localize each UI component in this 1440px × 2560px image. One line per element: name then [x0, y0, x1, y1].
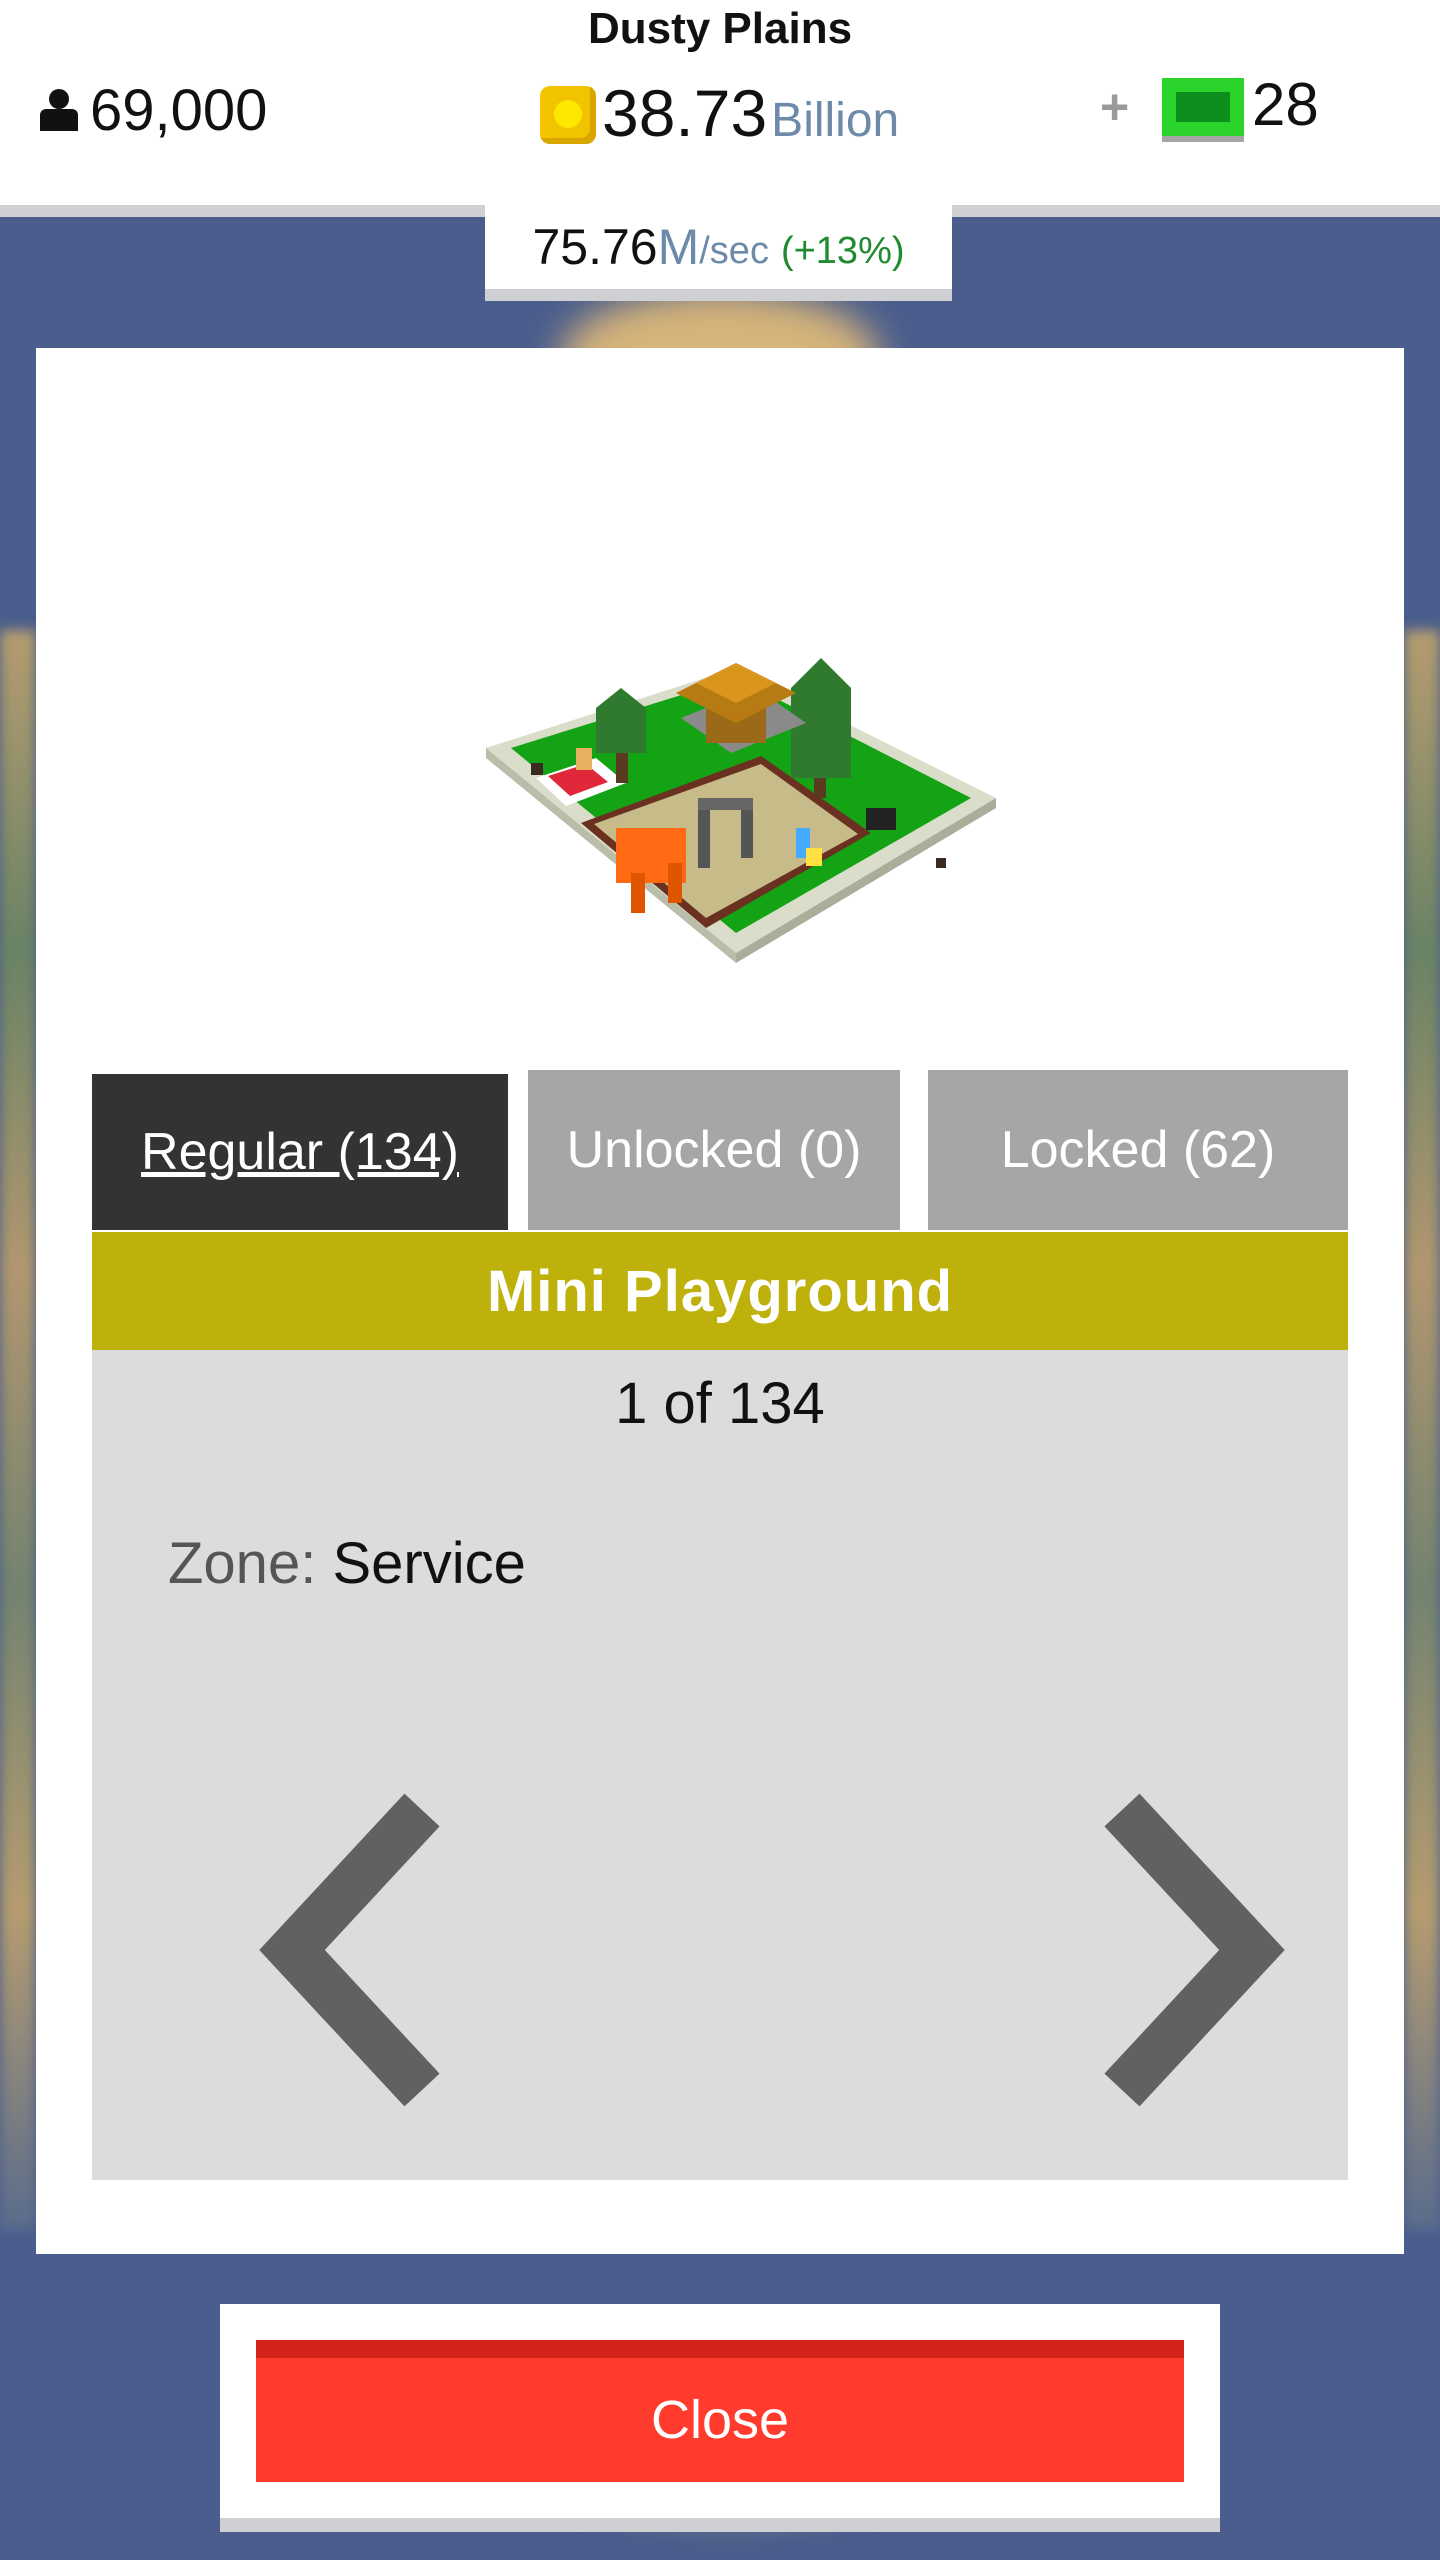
- background-strip-right: [1404, 630, 1440, 2230]
- close-button-container: Close: [220, 2304, 1220, 2532]
- population-display: 69,000: [36, 70, 267, 150]
- top-hud: Dusty Plains 69,000 38.73 Billion + 28: [0, 0, 1440, 205]
- coin-icon: [540, 82, 596, 144]
- coins-value: 38.73: [602, 76, 768, 150]
- tab-unlocked[interactable]: Unlocked (0): [528, 1070, 900, 1230]
- building-counter: 1 of 134: [615, 1371, 825, 1436]
- rate-value: 75.76: [532, 219, 658, 275]
- population-value: 69,000: [90, 77, 268, 143]
- tab-locked[interactable]: Locked (62): [928, 1070, 1348, 1230]
- zone-value: Service: [332, 1531, 526, 1596]
- close-button[interactable]: Close: [256, 2340, 1184, 2482]
- person-icon: [36, 87, 82, 133]
- coins-display: 38.73 Billion: [540, 68, 899, 158]
- rate-bonus: (+13%): [780, 229, 905, 272]
- rate-unit-m: M: [657, 219, 700, 275]
- building-catalog-modal: Regular (134) Unlocked (0) Locked (62) M…: [36, 348, 1404, 2254]
- add-cash-button[interactable]: +: [1100, 78, 1129, 136]
- next-arrow-icon[interactable]: [1072, 1790, 1292, 2110]
- cash-value: 28: [1252, 71, 1319, 138]
- building-name: Mini Playground: [92, 1232, 1348, 1350]
- city-name: Dusty Plains: [587, 4, 853, 53]
- coins-unit: Billion: [771, 93, 900, 147]
- cash-icon[interactable]: [1162, 78, 1244, 136]
- building-preview-image: [486, 658, 996, 963]
- rate-unit: /sec: [699, 229, 769, 272]
- previous-arrow-icon[interactable]: [252, 1790, 472, 2110]
- building-info-panel: 1 of 134 Zone: Service: [92, 1350, 1348, 2180]
- tab-regular[interactable]: Regular (134): [92, 1074, 508, 1230]
- background-strip-left: [0, 630, 36, 2230]
- zone-label: Zone:: [168, 1531, 317, 1596]
- zone-info: Zone: Service: [168, 1530, 526, 1597]
- income-rate-tab: 75.76 M /sec (+13%): [485, 205, 952, 301]
